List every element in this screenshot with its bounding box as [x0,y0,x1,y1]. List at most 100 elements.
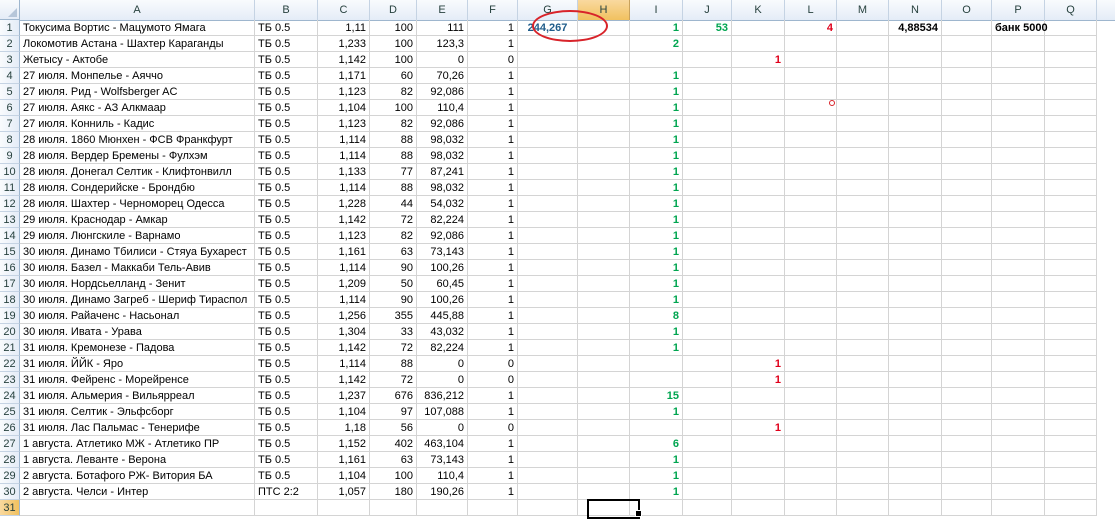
row-header-18[interactable]: 18 [0,292,20,308]
cell-c17[interactable]: 1,209 [318,276,370,292]
row-header-17[interactable]: 17 [0,276,20,292]
cell-l18[interactable] [785,292,837,308]
cell-j4[interactable] [683,68,732,84]
cell-q24[interactable] [1045,388,1097,404]
cell-m23[interactable] [837,372,889,388]
cell-e17[interactable]: 60,45 [417,276,468,292]
cell-a26[interactable]: 31 июля. Лас Пальмас - Тенерифе [20,420,255,436]
cell-q11[interactable] [1045,180,1097,196]
cell-c24[interactable]: 1,237 [318,388,370,404]
row-header-6[interactable]: 6 [0,100,20,116]
cell-o15[interactable] [942,244,992,260]
cell-b14[interactable]: ТБ 0.5 [255,228,318,244]
cell-h1[interactable] [578,20,630,36]
cell-e20[interactable]: 43,032 [417,324,468,340]
cell-e29[interactable]: 110,4 [417,468,468,484]
cell-k18[interactable] [732,292,785,308]
cell-b29[interactable]: ТБ 0.5 [255,468,318,484]
cell-b25[interactable]: ТБ 0.5 [255,404,318,420]
cell-k13[interactable] [732,212,785,228]
column-header-b[interactable]: B [255,0,318,20]
cell-m15[interactable] [837,244,889,260]
cell-k14[interactable] [732,228,785,244]
cell-p29[interactable] [992,468,1045,484]
cell-a14[interactable]: 29 июля. Люнгскиле - Варнамо [20,228,255,244]
cell-m12[interactable] [837,196,889,212]
cell-c8[interactable]: 1,114 [318,132,370,148]
cell-h10[interactable] [578,164,630,180]
cell-e23[interactable]: 0 [417,372,468,388]
cell-c13[interactable]: 1,142 [318,212,370,228]
cell-i15[interactable]: 1 [630,244,683,260]
cell-c28[interactable]: 1,161 [318,452,370,468]
cell-e5[interactable]: 92,086 [417,84,468,100]
cell-a9[interactable]: 28 июля. Вердер Бремены - Фулхэм [20,148,255,164]
cell-m7[interactable] [837,116,889,132]
cell-j26[interactable] [683,420,732,436]
cell-i21[interactable]: 1 [630,340,683,356]
cell-i27[interactable]: 6 [630,436,683,452]
cell-a5[interactable]: 27 июля. Рид - Wolfsberger AC [20,84,255,100]
cell-o4[interactable] [942,68,992,84]
cell-j5[interactable] [683,84,732,100]
row-header-1[interactable]: 1 [0,20,20,36]
cell-l4[interactable] [785,68,837,84]
cell-e30[interactable]: 190,26 [417,484,468,500]
cell-n20[interactable] [889,324,942,340]
cell-j16[interactable] [683,260,732,276]
cell-l10[interactable] [785,164,837,180]
cell-c29[interactable]: 1,104 [318,468,370,484]
cell-k23[interactable]: 1 [732,372,785,388]
cell-c4[interactable]: 1,171 [318,68,370,84]
cell-j19[interactable] [683,308,732,324]
cell-h2[interactable] [578,36,630,52]
cell-l28[interactable] [785,452,837,468]
cell-c11[interactable]: 1,114 [318,180,370,196]
cell-h13[interactable] [578,212,630,228]
cell-k11[interactable] [732,180,785,196]
cell-e9[interactable]: 98,032 [417,148,468,164]
cell-l15[interactable] [785,244,837,260]
cell-p9[interactable] [992,148,1045,164]
cell-o24[interactable] [942,388,992,404]
cell-d6[interactable]: 100 [370,100,417,116]
cell-c21[interactable]: 1,142 [318,340,370,356]
cell-f12[interactable]: 1 [468,196,518,212]
cell-c15[interactable]: 1,161 [318,244,370,260]
cell-k7[interactable] [732,116,785,132]
cell-n11[interactable] [889,180,942,196]
cell-h24[interactable] [578,388,630,404]
row-header-21[interactable]: 21 [0,340,20,356]
cell-l12[interactable] [785,196,837,212]
cell-q15[interactable] [1045,244,1097,260]
column-header-l[interactable]: L [785,0,837,20]
cell-o13[interactable] [942,212,992,228]
cell-q9[interactable] [1045,148,1097,164]
cell-i28[interactable]: 1 [630,452,683,468]
cell-j29[interactable] [683,468,732,484]
cell-a1[interactable]: Токусима Вортис - Мацумото Ямага [20,20,255,36]
cell-l23[interactable] [785,372,837,388]
cell-q14[interactable] [1045,228,1097,244]
row-header-30[interactable]: 30 [0,484,20,500]
cell-n23[interactable] [889,372,942,388]
cell-d25[interactable]: 97 [370,404,417,420]
cell-f21[interactable]: 1 [468,340,518,356]
active-cell-cursor[interactable] [587,499,640,519]
cell-q28[interactable] [1045,452,1097,468]
cell-m26[interactable] [837,420,889,436]
cell-k16[interactable] [732,260,785,276]
cell-o5[interactable] [942,84,992,100]
cell-g30[interactable] [518,484,578,500]
cell-e13[interactable]: 82,224 [417,212,468,228]
cell-n17[interactable] [889,276,942,292]
column-header-d[interactable]: D [370,0,417,20]
cell-m10[interactable] [837,164,889,180]
cell-f23[interactable]: 0 [468,372,518,388]
cell-i2[interactable]: 2 [630,36,683,52]
cell-n27[interactable] [889,436,942,452]
cell-i17[interactable]: 1 [630,276,683,292]
cell-p3[interactable] [992,52,1045,68]
cell-n5[interactable] [889,84,942,100]
cell-k20[interactable] [732,324,785,340]
